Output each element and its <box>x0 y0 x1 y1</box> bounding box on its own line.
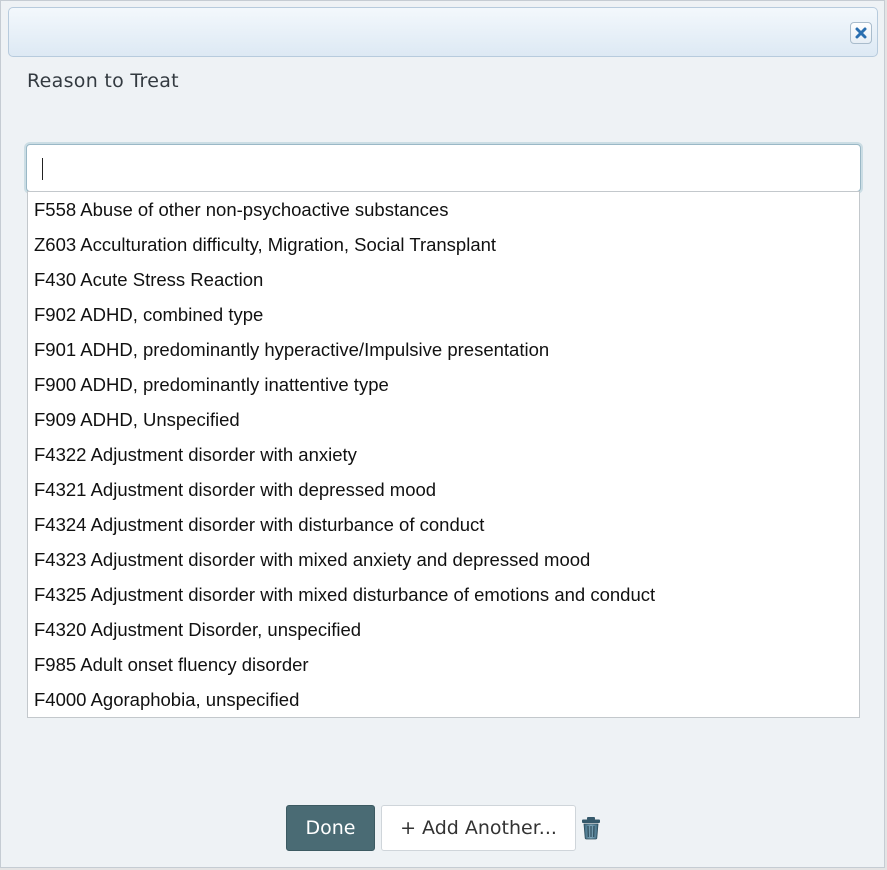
search-field[interactable] <box>26 144 861 192</box>
diagnosis-option[interactable]: F4323 Adjustment disorder with mixed anx… <box>28 542 859 577</box>
diagnosis-option[interactable]: F902 ADHD, combined type <box>28 297 859 332</box>
diagnosis-option[interactable]: F985 Adult onset fluency disorder <box>28 647 859 682</box>
diagnosis-option[interactable]: F4000 Agoraphobia, unspecified <box>28 682 859 717</box>
diagnosis-option[interactable]: F900 ADHD, predominantly inattentive typ… <box>28 367 859 402</box>
delete-button[interactable] <box>581 816 601 840</box>
dialog-footer: Done + Add Another... <box>1 805 884 851</box>
diagnosis-option[interactable]: F4321 Adjustment disorder with depressed… <box>28 472 859 507</box>
diagnosis-option[interactable]: F4320 Adjustment Disorder, unspecified <box>28 612 859 647</box>
field-label: Reason to Treat <box>27 70 179 92</box>
trash-icon <box>582 817 600 840</box>
diagnosis-option[interactable]: F4322 Adjustment disorder with anxiety <box>28 437 859 472</box>
diagnosis-option[interactable]: F558 Abuse of other non-psychoactive sub… <box>28 192 859 227</box>
diagnosis-option[interactable]: Z603 Acculturation difficulty, Migration… <box>28 227 859 262</box>
reason-to-treat-dialog: Reason to Treat F558 Abuse of other non-… <box>0 0 885 868</box>
close-button[interactable] <box>850 22 872 44</box>
diagnosis-option[interactable]: F901 ADHD, predominantly hyperactive/Imp… <box>28 332 859 367</box>
diagnosis-option[interactable]: F909 ADHD, Unspecified <box>28 402 859 437</box>
diagnosis-option[interactable]: F4325 Adjustment disorder with mixed dis… <box>28 577 859 612</box>
dialog-titlebar <box>8 7 878 57</box>
diagnosis-option[interactable]: F430 Acute Stress Reaction <box>28 262 859 297</box>
search-input[interactable] <box>27 145 860 191</box>
close-icon <box>855 27 867 39</box>
done-button[interactable]: Done <box>286 805 375 851</box>
diagnosis-option[interactable]: F4324 Adjustment disorder with disturban… <box>28 507 859 542</box>
add-another-button[interactable]: + Add Another... <box>381 805 576 851</box>
diagnosis-listbox[interactable]: F558 Abuse of other non-psychoactive sub… <box>27 191 860 718</box>
text-caret <box>42 158 43 180</box>
